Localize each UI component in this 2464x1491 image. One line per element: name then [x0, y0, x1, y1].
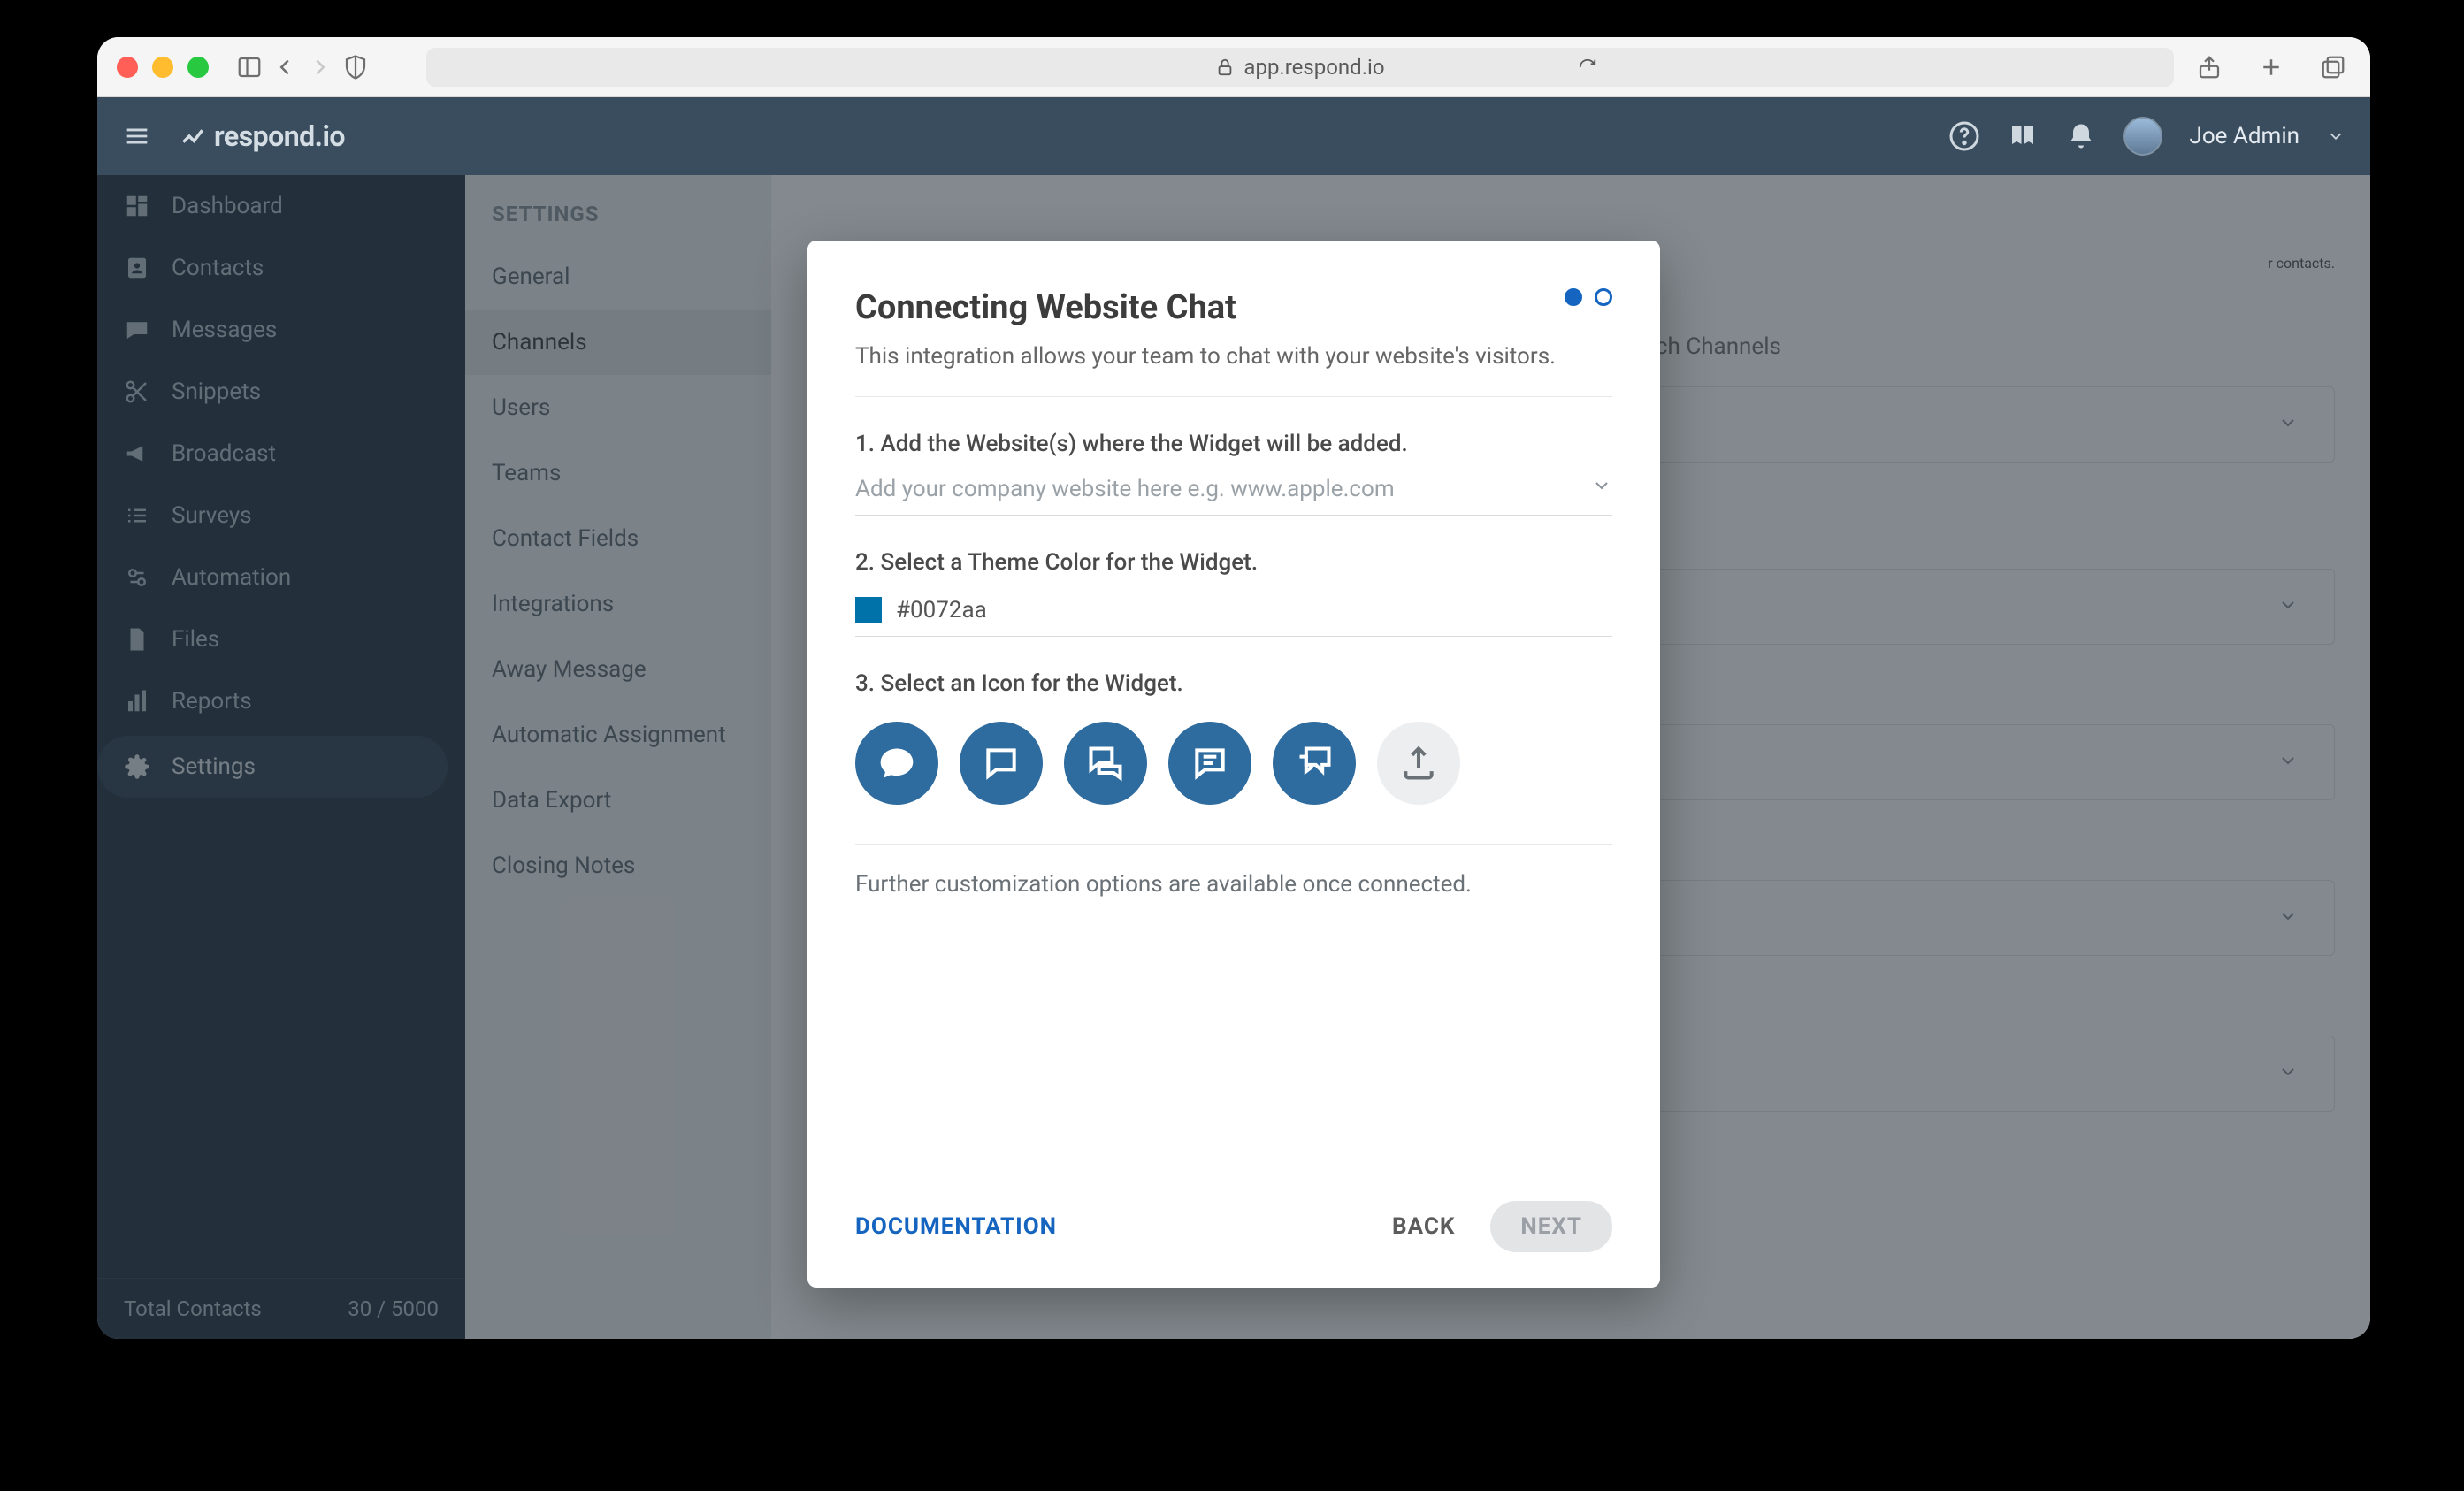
shield-icon[interactable]: [338, 50, 373, 85]
step1-label: 1. Add the Website(s) where the Widget w…: [855, 431, 1612, 457]
window-controls: [117, 57, 209, 78]
docs-icon[interactable]: [2007, 120, 2039, 152]
website-input-placeholder: Add your company website here e.g. www.a…: [855, 476, 1395, 502]
brand-text: respond.io: [214, 119, 345, 153]
next-button[interactable]: NEXT: [1490, 1201, 1612, 1252]
widget-icon-chat-lines[interactable]: [1168, 722, 1251, 805]
documentation-link[interactable]: DOCUMENTATION: [855, 1213, 1057, 1240]
logo-mark-icon: [179, 122, 207, 150]
tabs-overview-button[interactable]: [2315, 50, 2351, 85]
website-input[interactable]: Add your company website here e.g. www.a…: [855, 475, 1612, 516]
theme-color-picker[interactable]: #0072aa: [855, 597, 1612, 637]
bell-icon[interactable]: [2065, 120, 2097, 152]
avatar[interactable]: [2123, 117, 2162, 156]
lock-icon: [1215, 57, 1235, 77]
color-swatch: [855, 597, 882, 623]
browser-chrome: app.respond.io: [97, 37, 2370, 97]
help-icon[interactable]: [1948, 120, 1980, 152]
upload-icon: [1399, 744, 1438, 783]
user-menu-chevron-icon[interactable]: [2326, 126, 2345, 146]
sidebar-toggle-button[interactable]: [232, 50, 267, 85]
step-indicator: [1565, 288, 1612, 306]
chat-lines-icon: [1190, 744, 1229, 783]
modal-subtitle: This integration allows your team to cha…: [855, 343, 1612, 397]
connect-website-chat-modal: Connecting Website Chat This integration…: [807, 241, 1660, 1288]
step-dot-active: [1565, 288, 1582, 306]
new-tab-button[interactable]: [2254, 50, 2289, 85]
chat-qa-icon: [1086, 744, 1125, 783]
close-window-button[interactable]: [117, 57, 138, 78]
refresh-icon[interactable]: [1578, 57, 1597, 77]
step3-label: 3. Select an Icon for the Widget.: [855, 670, 1612, 697]
chevron-down-icon: [1591, 475, 1612, 496]
widget-icon-chat-outline[interactable]: [960, 722, 1043, 805]
widget-icon-chat-solid[interactable]: [855, 722, 938, 805]
back-button[interactable]: BACK: [1392, 1213, 1455, 1240]
further-customization-text: Further customization options are availa…: [855, 871, 1612, 898]
maximize-window-button[interactable]: [187, 57, 209, 78]
share-button[interactable]: [2192, 50, 2227, 85]
back-button[interactable]: [267, 50, 302, 85]
brand-logo[interactable]: respond.io: [179, 119, 345, 153]
step-dot-inactive: [1595, 288, 1612, 306]
app-header: respond.io Joe Admin: [97, 97, 2370, 175]
forward-button[interactable]: [302, 50, 338, 85]
widget-icon-upload[interactable]: [1377, 722, 1460, 805]
widget-icon-chat-multi[interactable]: [1273, 722, 1356, 805]
step2-label: 2. Select a Theme Color for the Widget.: [855, 549, 1612, 576]
hamburger-menu-icon[interactable]: [122, 121, 152, 151]
browser-window: app.respond.io respond.io Joe Admin: [97, 37, 2370, 1339]
address-bar[interactable]: app.respond.io: [426, 48, 2174, 87]
chat-multi-icon: [1295, 744, 1334, 783]
color-value: #0072aa: [896, 597, 987, 623]
chat-solid-icon: [877, 744, 916, 783]
username-label: Joe Admin: [2189, 123, 2299, 149]
minimize-window-button[interactable]: [152, 57, 173, 78]
widget-icon-chat-qa[interactable]: [1064, 722, 1147, 805]
chat-outline-icon: [982, 744, 1021, 783]
modal-title: Connecting Website Chat: [855, 288, 1236, 327]
url-text: app.respond.io: [1243, 55, 1384, 80]
